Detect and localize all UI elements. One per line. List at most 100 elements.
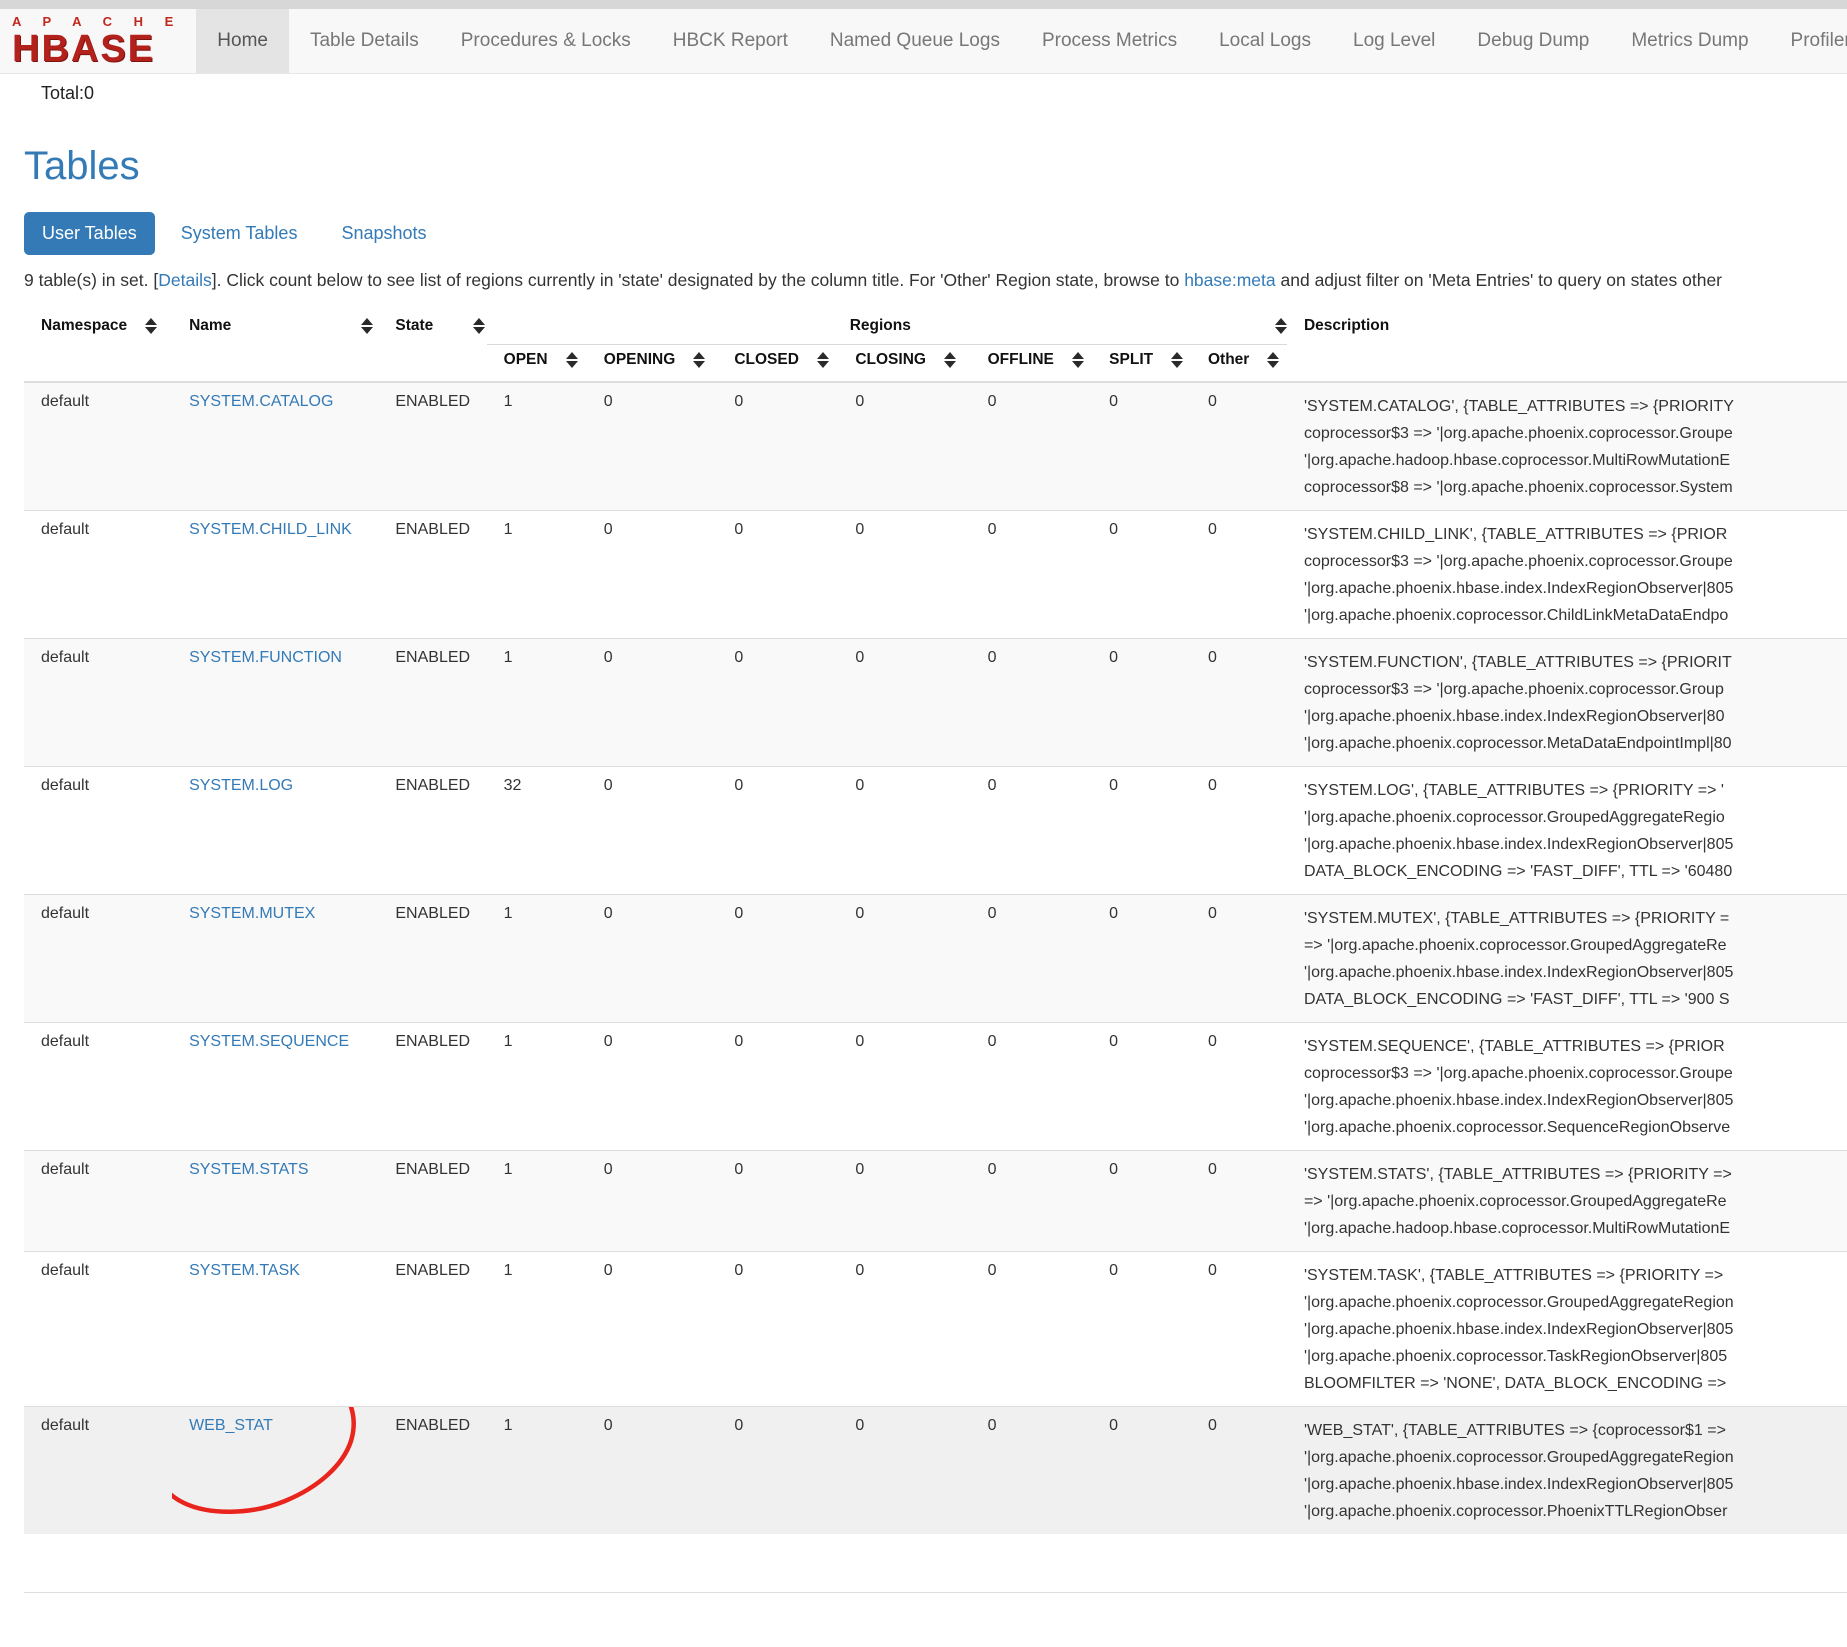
- regions-opening-count[interactable]: 0: [587, 1151, 718, 1252]
- regions-closed-count[interactable]: 0: [717, 1252, 838, 1407]
- regions-offline-count[interactable]: 0: [971, 895, 1093, 1023]
- regions-split-count[interactable]: 0: [1092, 639, 1191, 767]
- hbase-logo[interactable]: A P A C H E HBASE: [0, 9, 182, 73]
- regions-closing-count[interactable]: 0: [838, 1023, 970, 1151]
- nav-item-log-level[interactable]: Log Level: [1332, 9, 1456, 73]
- regions-split-count[interactable]: 0: [1092, 382, 1191, 511]
- sort-icon[interactable]: [1171, 352, 1183, 368]
- regions-closed-count[interactable]: 0: [717, 1151, 838, 1252]
- col-header-regions-group[interactable]: Regions: [487, 307, 1287, 345]
- regions-closing-count[interactable]: 0: [838, 511, 970, 639]
- regions-closing-count[interactable]: 0: [838, 639, 970, 767]
- regions-closing-count[interactable]: 0: [838, 1252, 970, 1407]
- regions-offline-count[interactable]: 0: [971, 639, 1093, 767]
- regions-open-count[interactable]: 1: [487, 1023, 587, 1151]
- regions-opening-count[interactable]: 0: [587, 511, 718, 639]
- details-link[interactable]: Details: [158, 270, 212, 290]
- regions-opening-count[interactable]: 0: [587, 767, 718, 895]
- regions-other-count[interactable]: 0: [1191, 639, 1287, 767]
- sort-icon[interactable]: [473, 318, 485, 334]
- sort-icon[interactable]: [145, 318, 157, 334]
- regions-closing-count[interactable]: 0: [838, 895, 970, 1023]
- regions-closed-count[interactable]: 0: [717, 895, 838, 1023]
- regions-other-count[interactable]: 0: [1191, 1407, 1287, 1535]
- regions-closed-count[interactable]: 0: [717, 639, 838, 767]
- regions-other-count[interactable]: 0: [1191, 1252, 1287, 1407]
- sort-icon[interactable]: [1275, 318, 1287, 334]
- regions-split-count[interactable]: 0: [1092, 1407, 1191, 1535]
- regions-offline-count[interactable]: 0: [971, 767, 1093, 895]
- regions-offline-count[interactable]: 0: [971, 382, 1093, 511]
- regions-split-count[interactable]: 0: [1092, 895, 1191, 1023]
- regions-opening-count[interactable]: 0: [587, 382, 718, 511]
- table-name-link[interactable]: SYSTEM.SEQUENCE: [189, 1033, 349, 1050]
- regions-opening-count[interactable]: 0: [587, 1252, 718, 1407]
- sort-icon[interactable]: [1267, 352, 1279, 368]
- regions-split-count[interactable]: 0: [1092, 511, 1191, 639]
- table-name-link[interactable]: SYSTEM.TASK: [189, 1262, 300, 1279]
- regions-offline-count[interactable]: 0: [971, 1252, 1093, 1407]
- tab-user-tables[interactable]: User Tables: [24, 212, 155, 255]
- nav-item-table-details[interactable]: Table Details: [289, 9, 440, 73]
- regions-opening-count[interactable]: 0: [587, 639, 718, 767]
- nav-item-named-queue-logs[interactable]: Named Queue Logs: [809, 9, 1021, 73]
- col-header-namespace[interactable]: Namespace: [24, 307, 172, 382]
- col-header-description[interactable]: Description: [1287, 307, 1847, 382]
- table-name-link[interactable]: WEB_STAT: [189, 1417, 273, 1434]
- tab-system-tables[interactable]: System Tables: [163, 212, 316, 255]
- sort-icon[interactable]: [361, 318, 373, 334]
- nav-item-debug-dump[interactable]: Debug Dump: [1456, 9, 1610, 73]
- col-header-split[interactable]: SPLIT: [1092, 345, 1191, 383]
- tab-snapshots[interactable]: Snapshots: [323, 212, 444, 255]
- col-header-closed[interactable]: CLOSED: [717, 345, 838, 383]
- regions-offline-count[interactable]: 0: [971, 1151, 1093, 1252]
- regions-open-count[interactable]: 1: [487, 639, 587, 767]
- regions-opening-count[interactable]: 0: [587, 895, 718, 1023]
- sort-icon[interactable]: [566, 352, 578, 368]
- regions-opening-count[interactable]: 0: [587, 1407, 718, 1535]
- regions-other-count[interactable]: 0: [1191, 895, 1287, 1023]
- nav-item-procedures-locks[interactable]: Procedures & Locks: [440, 9, 652, 73]
- regions-closing-count[interactable]: 0: [838, 1151, 970, 1252]
- sort-icon[interactable]: [944, 352, 956, 368]
- regions-offline-count[interactable]: 0: [971, 1407, 1093, 1535]
- regions-open-count[interactable]: 1: [487, 1151, 587, 1252]
- regions-other-count[interactable]: 0: [1191, 382, 1287, 511]
- regions-open-count[interactable]: 1: [487, 895, 587, 1023]
- col-header-open[interactable]: OPEN: [487, 345, 587, 383]
- regions-closing-count[interactable]: 0: [838, 767, 970, 895]
- nav-item-profiler[interactable]: Profiler: [1770, 9, 1847, 73]
- table-name-link[interactable]: SYSTEM.CATALOG: [189, 393, 333, 410]
- col-header-offline[interactable]: OFFLINE: [971, 345, 1093, 383]
- regions-split-count[interactable]: 0: [1092, 1023, 1191, 1151]
- sort-icon[interactable]: [693, 352, 705, 368]
- regions-closed-count[interactable]: 0: [717, 511, 838, 639]
- nav-item-home[interactable]: Home: [196, 9, 289, 73]
- regions-closed-count[interactable]: 0: [717, 382, 838, 511]
- col-header-state[interactable]: State: [378, 307, 486, 382]
- table-name-link[interactable]: SYSTEM.MUTEX: [189, 905, 315, 922]
- regions-other-count[interactable]: 0: [1191, 1023, 1287, 1151]
- regions-closed-count[interactable]: 0: [717, 1407, 838, 1535]
- regions-closed-count[interactable]: 0: [717, 767, 838, 895]
- col-header-closing[interactable]: CLOSING: [838, 345, 970, 383]
- regions-closed-count[interactable]: 0: [717, 1023, 838, 1151]
- regions-open-count[interactable]: 32: [487, 767, 587, 895]
- sort-icon[interactable]: [1072, 352, 1084, 368]
- regions-offline-count[interactable]: 0: [971, 511, 1093, 639]
- table-name-link[interactable]: SYSTEM.STATS: [189, 1161, 308, 1178]
- nav-item-metrics-dump[interactable]: Metrics Dump: [1610, 9, 1769, 73]
- regions-offline-count[interactable]: 0: [971, 1023, 1093, 1151]
- sort-icon[interactable]: [817, 352, 829, 368]
- regions-closing-count[interactable]: 0: [838, 1407, 970, 1535]
- nav-item-process-metrics[interactable]: Process Metrics: [1021, 9, 1198, 73]
- regions-other-count[interactable]: 0: [1191, 1151, 1287, 1252]
- table-name-link[interactable]: SYSTEM.LOG: [189, 777, 293, 794]
- hbase-meta-link[interactable]: hbase:meta: [1184, 270, 1275, 290]
- regions-open-count[interactable]: 1: [487, 1252, 587, 1407]
- regions-open-count[interactable]: 1: [487, 511, 587, 639]
- regions-opening-count[interactable]: 0: [587, 1023, 718, 1151]
- regions-open-count[interactable]: 1: [487, 1407, 587, 1535]
- nav-item-hbck-report[interactable]: HBCK Report: [652, 9, 809, 73]
- regions-closing-count[interactable]: 0: [838, 382, 970, 511]
